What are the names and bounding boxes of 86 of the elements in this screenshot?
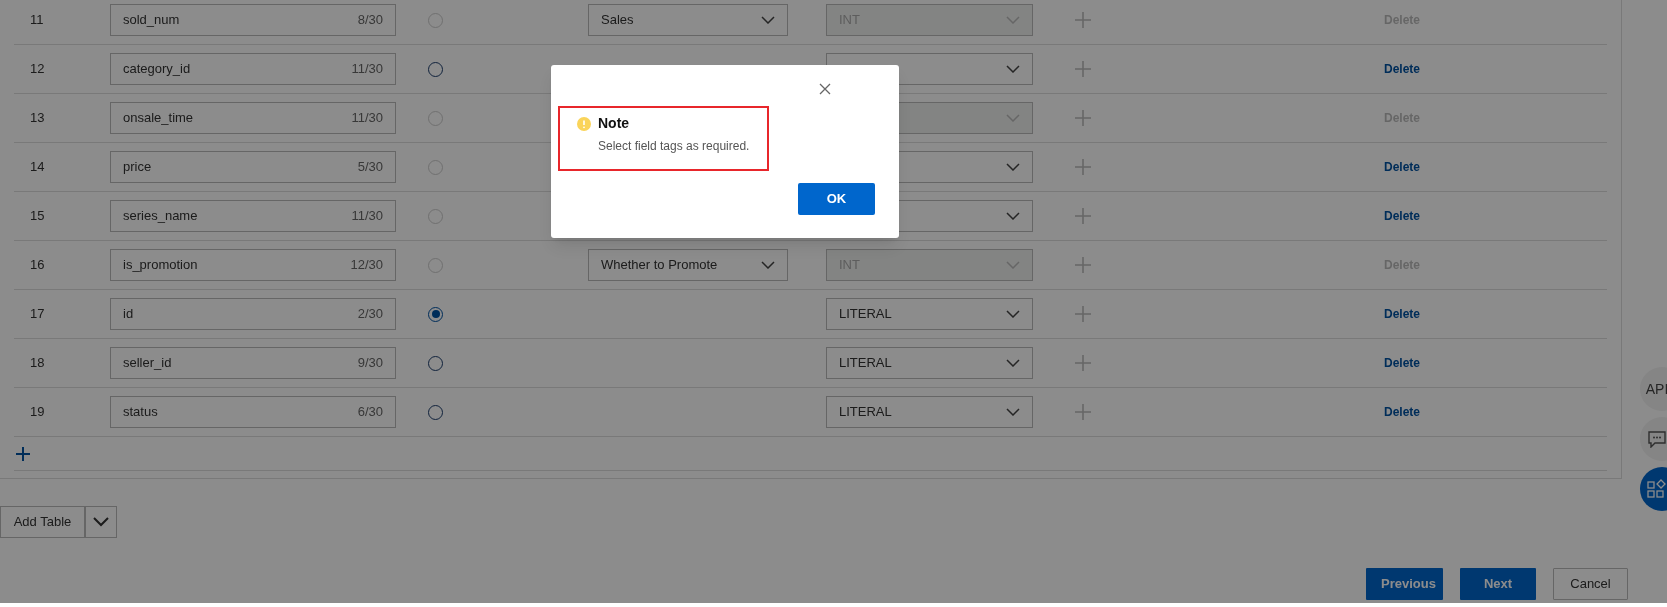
- primary-key-radio[interactable]: [428, 61, 443, 77]
- field-name-value: status: [123, 403, 158, 422]
- chevron-down-icon: [1006, 163, 1020, 171]
- field-name-value: sold_num: [123, 11, 180, 30]
- chevron-down-icon: [1006, 408, 1020, 416]
- row-number: 16: [30, 257, 45, 273]
- chevron-down-icon: [1006, 212, 1020, 220]
- field-name-value: seller_id: [123, 354, 172, 373]
- api-button[interactable]: API: [1640, 367, 1667, 411]
- field-name-input[interactable]: sold_num 8/30: [110, 4, 396, 36]
- dropdown-button[interactable]: [85, 506, 117, 538]
- field-name-value: id: [123, 305, 134, 324]
- row-number: 15: [30, 208, 45, 224]
- delete-link[interactable]: Delete: [1384, 207, 1421, 225]
- add-icon[interactable]: [1075, 61, 1091, 77]
- dialog-title: Note: [598, 114, 630, 132]
- row-number: 12: [30, 61, 45, 77]
- chevron-down-icon: [93, 517, 109, 527]
- field-name-input[interactable]: onsale_time 11/30: [110, 102, 396, 134]
- add-icon[interactable]: [1075, 355, 1091, 371]
- add-icon[interactable]: [1075, 110, 1091, 126]
- row-number: 11: [30, 12, 44, 28]
- character-count: 8/30: [357, 11, 383, 30]
- add-row-icon[interactable]: [16, 446, 30, 461]
- chevron-down-icon: [761, 261, 775, 269]
- ok-button[interactable]: OK: [798, 183, 875, 215]
- field-name-input[interactable]: category_id 11/30: [110, 53, 396, 85]
- chevron-down-icon: [1006, 114, 1020, 122]
- character-count: 2/30: [357, 305, 383, 324]
- tag-select[interactable]: Sales: [588, 4, 788, 36]
- tag-select[interactable]: Whether to Promote: [588, 249, 788, 281]
- close-icon[interactable]: [819, 83, 831, 95]
- add-icon[interactable]: [1075, 257, 1091, 273]
- chat-icon: [1648, 430, 1666, 448]
- cancel-button[interactable]: Cancel: [1553, 568, 1628, 600]
- character-count: 11/30: [351, 109, 383, 128]
- chevron-down-icon: [1006, 65, 1020, 73]
- field-name-value: is_promotion: [123, 256, 198, 275]
- field-name-input[interactable]: price 5/30: [110, 151, 396, 183]
- add-icon[interactable]: [1075, 159, 1091, 175]
- chevron-down-icon: [1006, 16, 1020, 24]
- row-number: 17: [30, 306, 45, 322]
- primary-button[interactable]: Next: [1460, 568, 1536, 600]
- add-icon[interactable]: [1075, 208, 1091, 224]
- delete-link[interactable]: Delete: [1384, 354, 1421, 372]
- field-name-value: price: [123, 158, 152, 177]
- character-count: 5/30: [357, 158, 383, 177]
- warning-icon: [577, 117, 591, 131]
- character-count: 6/30: [357, 403, 383, 422]
- delete-link[interactable]: Delete: [1384, 158, 1421, 176]
- row-number: 14: [30, 159, 45, 175]
- field-name-value: onsale_time: [123, 109, 194, 128]
- field-name-input[interactable]: is_promotion 12/30: [110, 249, 396, 281]
- delete-link[interactable]: Delete: [1384, 305, 1421, 323]
- primary-key-radio[interactable]: [428, 355, 443, 371]
- add-table-button[interactable]: Add Table: [0, 506, 85, 538]
- add-icon[interactable]: [1075, 306, 1091, 322]
- row-number: 13: [30, 110, 45, 126]
- type-select[interactable]: LITERAL: [826, 396, 1033, 428]
- chevron-down-icon: [1006, 359, 1020, 367]
- character-count: 12/30: [350, 256, 383, 275]
- type-select[interactable]: LITERAL: [826, 347, 1033, 379]
- chevron-down-icon: [1006, 261, 1020, 269]
- field-name-input[interactable]: seller_id 9/30: [110, 347, 396, 379]
- type-select[interactable]: LITERAL: [826, 298, 1033, 330]
- character-count: 11/30: [351, 60, 383, 79]
- field-name-input[interactable]: status 6/30: [110, 396, 396, 428]
- row-number: 19: [30, 404, 45, 420]
- primary-key-radio[interactable]: [428, 404, 443, 420]
- primary-button[interactable]: Previous: [1366, 568, 1443, 600]
- primary-key-radio[interactable]: [428, 306, 443, 322]
- add-icon[interactable]: [1075, 404, 1091, 420]
- row-number: 18: [30, 355, 45, 371]
- chevron-down-icon: [1006, 310, 1020, 318]
- field-name-input[interactable]: series_name 11/30: [110, 200, 396, 232]
- character-count: 9/30: [357, 354, 383, 373]
- delete-link[interactable]: Delete: [1384, 60, 1421, 78]
- character-count: 11/30: [351, 207, 383, 226]
- field-name-value: category_id: [123, 60, 191, 79]
- chevron-down-icon: [761, 16, 775, 24]
- add-icon[interactable]: [1075, 12, 1091, 28]
- field-name-input[interactable]: id 2/30: [110, 298, 396, 330]
- apps-icon: [1647, 479, 1667, 499]
- field-name-value: series_name: [123, 207, 198, 226]
- dialog-message: Select field tags as required.: [598, 138, 750, 154]
- delete-link[interactable]: Delete: [1384, 403, 1421, 421]
